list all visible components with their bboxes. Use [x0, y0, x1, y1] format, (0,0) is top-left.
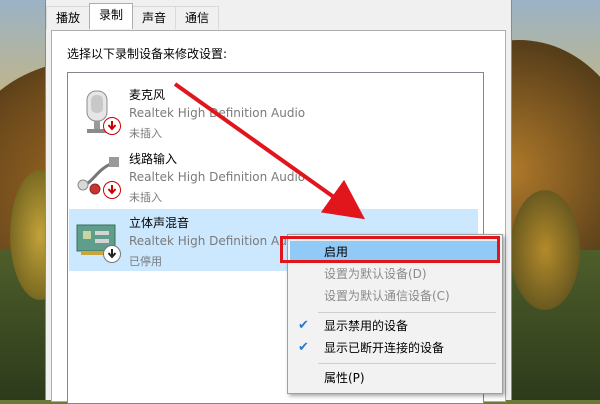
menu-item-label: 显示禁用的设备 — [324, 319, 409, 333]
menu-separator — [318, 312, 496, 313]
menu-item-set-default-device[interactable]: 设置为默认设备(D) — [290, 263, 498, 285]
tab-playback[interactable]: 播放 — [46, 6, 91, 29]
checkmark-icon: ✔ — [298, 340, 309, 355]
line-in-icon — [73, 149, 125, 201]
menu-item-show-disabled-devices[interactable]: ✔ 显示禁用的设备 — [290, 315, 498, 337]
device-driver: Realtek High Definition Audio — [129, 106, 306, 120]
tab-bar: 播放 录制 声音 通信 — [46, 3, 220, 30]
stereo-mix-icon — [73, 213, 125, 265]
device-name: 线路输入 — [129, 152, 178, 166]
checkmark-icon: ✔ — [298, 318, 309, 333]
device-name: 麦克风 — [129, 88, 166, 102]
menu-separator — [318, 363, 496, 364]
menu-item-label: 显示已断开连接的设备 — [324, 341, 445, 355]
menu-item-properties[interactable]: 属性(P) — [290, 367, 498, 389]
device-name: 立体声混音 — [129, 216, 190, 230]
tab-communications[interactable]: 通信 — [175, 6, 220, 29]
instruction-text: 选择以下录制设备来修改设置: — [67, 47, 228, 61]
tab-recording[interactable]: 录制 — [89, 3, 134, 29]
disabled-badge-icon — [103, 245, 121, 263]
device-status: 未插入 — [129, 127, 162, 140]
device-item-microphone[interactable]: 麦克风 Realtek High Definition Audio 未插入 — [69, 81, 478, 143]
device-driver: Realtek High Definition Audio — [129, 234, 306, 248]
device-driver: Realtek High Definition Audio — [129, 170, 306, 184]
menu-item-set-default-communication-device[interactable]: 设置为默认通信设备(C) — [290, 285, 498, 307]
menu-item-show-disconnected-devices[interactable]: ✔ 显示已断开连接的设备 — [290, 337, 498, 359]
tab-sounds[interactable]: 声音 — [132, 6, 177, 29]
unplugged-badge-icon — [103, 117, 121, 135]
device-status: 已停用 — [129, 255, 162, 268]
device-item-line-in[interactable]: 线路输入 Realtek High Definition Audio 未插入 — [69, 145, 478, 207]
device-status: 未插入 — [129, 191, 162, 204]
microphone-icon — [73, 85, 125, 137]
unplugged-badge-icon — [103, 181, 121, 199]
annotation-highlight-box — [280, 236, 500, 263]
